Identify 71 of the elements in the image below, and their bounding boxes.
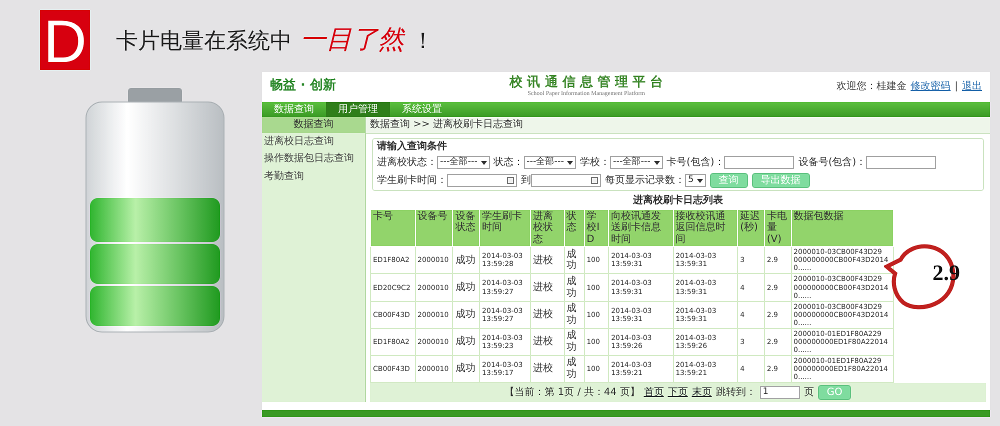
- field-label: 学校：: [580, 157, 610, 169]
- select-field[interactable]: ---全部---: [524, 156, 576, 170]
- platform-title: 校 讯 通 信 息 管 理 平 台: [510, 76, 663, 90]
- pager-link[interactable]: 下页: [668, 386, 688, 398]
- breadcrumb-text: 数据查询 >> 进离校刷卡日志查询: [366, 117, 990, 134]
- pager-info: 【当前：第 1页 / 共：44 页】: [504, 386, 640, 398]
- logout-link[interactable]: 退出: [962, 81, 982, 93]
- table-cell: 进校: [530, 328, 564, 356]
- column-header: 接收校讯通返回信息时间: [673, 209, 738, 247]
- field-label: 卡号(包含)：: [666, 157, 724, 169]
- nav-tab[interactable]: 用户管理: [326, 102, 390, 118]
- select-field[interactable]: 5: [685, 174, 706, 188]
- field-label: 进离校状态：: [377, 157, 437, 169]
- separator-text: |: [954, 81, 958, 93]
- table-cell: 成功: [452, 274, 480, 302]
- table-cell: 进校: [530, 246, 564, 274]
- table-cell: 成功: [452, 328, 480, 356]
- column-header: 设备状态: [452, 209, 480, 247]
- input-field[interactable]: [866, 156, 936, 170]
- page-input[interactable]: 1: [760, 386, 800, 400]
- column-header: 进离校状态: [530, 209, 564, 247]
- field-label: 每页显示记录数：: [605, 175, 685, 187]
- caret-icon: [654, 160, 660, 165]
- table-cell: 成功: [452, 246, 480, 274]
- sidebar-item[interactable]: 进离校日志查询: [262, 132, 365, 150]
- pager-link[interactable]: 首页: [644, 386, 664, 398]
- calendar-icon: [591, 177, 598, 184]
- field-label: 学生刷卡时间：: [377, 175, 447, 187]
- date-field[interactable]: [531, 174, 601, 188]
- jump-label: 跳转到：: [716, 386, 756, 398]
- exclamation-mark: ！: [412, 28, 434, 56]
- table-cell: 成功: [564, 274, 584, 302]
- select-field[interactable]: ---全部---: [437, 156, 490, 170]
- table-cell: 成功: [564, 301, 584, 328]
- sidebar-item[interactable]: 操作数据包日志查询: [262, 150, 365, 168]
- table-cell: 进校: [530, 301, 564, 328]
- column-header: 学校ID: [584, 209, 609, 247]
- column-header: 延迟(秒): [738, 209, 764, 247]
- welcome-text: 欢迎您：桂建金: [836, 81, 907, 93]
- column-header: 卡电量(V): [764, 209, 792, 247]
- column-header: 数据包数据: [791, 209, 894, 247]
- page-unit: 页: [804, 386, 814, 398]
- date-field[interactable]: [447, 174, 517, 188]
- pager-link[interactable]: 末页: [692, 386, 712, 398]
- select-field[interactable]: ---全部---: [610, 156, 662, 170]
- headline-text: 卡片电量在系统中: [116, 28, 292, 56]
- input-field[interactable]: [724, 156, 794, 170]
- field-label: 到: [521, 175, 531, 187]
- column-header: 卡号: [370, 209, 415, 247]
- table-cell: 成功: [452, 301, 480, 328]
- table-cell: 成功: [564, 328, 584, 356]
- logo-text: 畅益 · 创新: [270, 79, 336, 94]
- column-header: 向校讯通发送刷卡信息时间: [608, 209, 674, 247]
- field-label: 状态：: [494, 157, 524, 169]
- caret-icon: [567, 160, 573, 165]
- caret-icon: [696, 178, 703, 183]
- column-header: 状态: [564, 209, 584, 247]
- caret-icon: [480, 160, 486, 165]
- field-label: 设备号(包含)：: [798, 157, 866, 169]
- column-header: 设备号: [415, 209, 453, 247]
- column-header: 学生刷卡时间: [480, 209, 531, 247]
- sidebar-item[interactable]: 考勤查询: [262, 168, 365, 186]
- logo-badge: D: [38, 8, 92, 72]
- sidebar-title: 数据查询: [262, 117, 365, 133]
- calendar-icon: [507, 177, 514, 184]
- table-title: 进离校刷卡日志列表: [632, 195, 724, 207]
- filter-legend: 请输入查询条件: [377, 140, 979, 152]
- change-password-link[interactable]: 修改密码: [910, 81, 951, 93]
- table-cell: 成功: [564, 246, 584, 274]
- highlight-text: 一目了然: [300, 24, 404, 56]
- table-cell: 进校: [530, 274, 564, 302]
